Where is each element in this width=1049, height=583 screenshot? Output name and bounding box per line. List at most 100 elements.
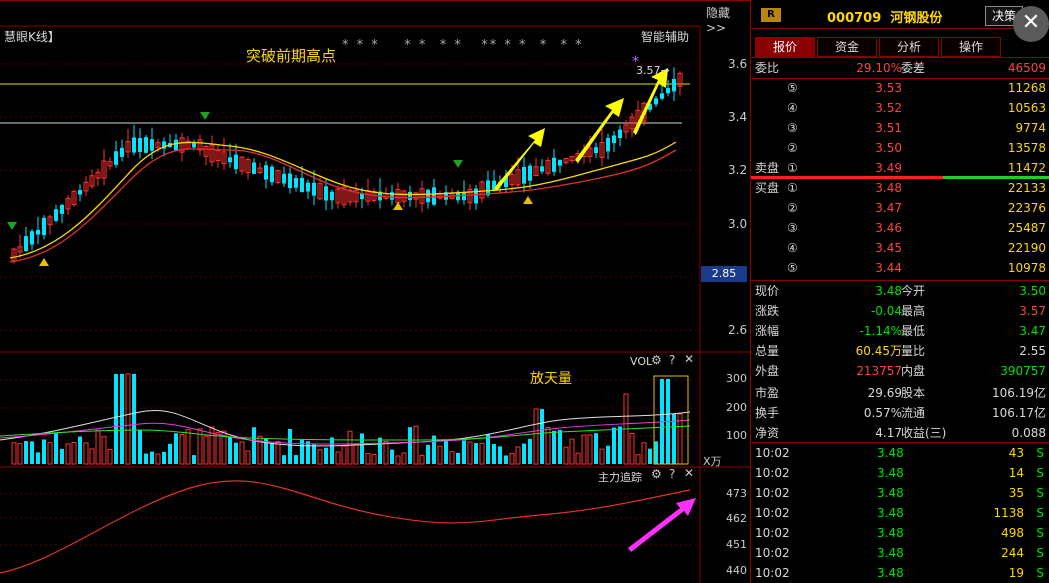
tab-operate[interactable]: 操作 [941,37,1001,57]
volume-bar [282,455,286,464]
close-icon-2[interactable]: ✕ [684,466,694,480]
volume-bar [252,427,256,464]
tick-volume: 244 [1001,546,1024,560]
volume-bar [474,443,478,464]
buy-volume: 25487 [1007,221,1046,235]
candle-body [312,182,316,196]
volume-bar [54,432,58,464]
buy-index: ① [787,181,798,195]
quote-row: 外盘 213757 内盘 390757 [751,361,1049,381]
chart-area[interactable]: * 慧眼K线】 智能辅助 突破前期高点 * * * * * * * ** * *… [0,0,750,583]
help-icon[interactable]: ? [669,353,675,367]
candle-body [528,165,532,181]
candle-body [432,187,436,205]
breakout-annotation: 突破前期高点 [246,47,337,65]
sell-price: 3.50 [875,141,902,155]
candle-body [330,191,334,201]
volume-bar [335,451,341,465]
tick-row: 10:02 3.48 14 S [751,463,1049,483]
volume-bar [426,444,430,464]
gear-icon[interactable]: ⚙ [651,353,662,367]
volume-bar [192,455,196,464]
sell-index: ② [787,141,798,155]
buy-row: ④ 3.45 22190 [751,238,1049,258]
volume-bar [89,448,95,465]
quote-value-2: 3.50 [1019,284,1046,298]
volume-bar [11,442,17,465]
candle-body [36,229,40,235]
hide-button[interactable]: 隐藏>> [706,4,750,35]
volume-bar [558,429,562,464]
buy-price: 3.46 [875,221,902,235]
volume-bar [324,447,328,464]
tick-price: 3.48 [877,566,904,580]
quote-row: 涨跌 -0.04 最高 3.57 [751,301,1049,321]
volume-bar [138,429,142,464]
volume-bar [185,429,191,465]
candle-body [666,87,670,94]
candle-body [252,162,256,174]
magenta-arrow [628,498,696,552]
volume-bar [245,450,251,465]
volume-bar [486,434,490,464]
sell-volume: 11472 [1007,161,1046,175]
sell-row: ③ 3.51 9774 [751,118,1049,138]
volume-bar [479,442,485,465]
quote-value-2: 390757 [1000,364,1046,378]
tick-side: S [1036,466,1044,480]
buy-label: 买盘 [755,181,780,195]
volume-bar [654,441,658,464]
candle-body [282,173,286,184]
main-force-trend-line [0,480,691,574]
candle-body [672,78,676,92]
buy-row: ② 3.47 22376 [751,198,1049,218]
trend-tick-462: 462 [726,512,747,525]
tab-funds[interactable]: 资金 [817,37,877,57]
quote-value: 3.48 [875,284,902,298]
volume-bar [522,443,526,464]
volume-bar [629,432,635,465]
close-window-icon[interactable]: ✕ [1013,6,1049,42]
volume-bar [599,448,605,465]
candle-body [618,129,622,139]
volume-bar [504,455,508,464]
volume-bar [150,451,154,464]
tick-volume: 35 [1008,486,1024,500]
sell-volume: 9774 [1015,121,1046,135]
big-volume-box [653,375,689,465]
gear-icon-2[interactable]: ⚙ [651,467,662,481]
tick-price: 3.48 [877,446,904,460]
kline-chart[interactable]: * [0,0,750,583]
tick-row: 10:02 3.48 35 S [751,483,1049,503]
weibi-row: 委比 29.10% 委差 46509 [755,61,1046,75]
close-icon[interactable]: ✕ [684,352,694,366]
candle-body [60,204,64,214]
quote-label-2: 内盘 [901,364,926,378]
quote-row: 换手 0.57% 流通 106.17亿 [751,403,1049,423]
quote-label-2: 收益(三) [901,426,947,440]
tick-time: 10:02 [755,566,790,580]
volume-bar [270,443,274,464]
volume-bar [125,373,131,465]
tick-price: 3.48 [877,546,904,560]
buy-price: 3.48 [875,181,902,195]
help-icon-2[interactable]: ? [669,467,675,481]
tick-price: 3.48 [877,506,904,520]
volume-bar [462,440,466,464]
sell-price: 3.53 [875,81,902,95]
tab-analysis[interactable]: 分析 [879,37,939,57]
volume-bar [239,441,245,465]
volume-bar [449,451,455,465]
volume-bar [330,437,334,464]
volume-bar [17,443,23,465]
sell-row: ⑤ 3.53 11268 [751,78,1049,98]
quote-value: 0.57% [863,406,902,420]
volume-bar [528,438,532,464]
volume-bars-group [11,373,683,465]
quote-label: 换手 [755,406,780,420]
volume-bar [467,441,473,465]
tab-quote[interactable]: 报价 [755,37,815,57]
quote-label-2: 量比 [901,344,926,358]
tick-volume: 43 [1008,446,1024,460]
volume-bar [563,446,569,465]
